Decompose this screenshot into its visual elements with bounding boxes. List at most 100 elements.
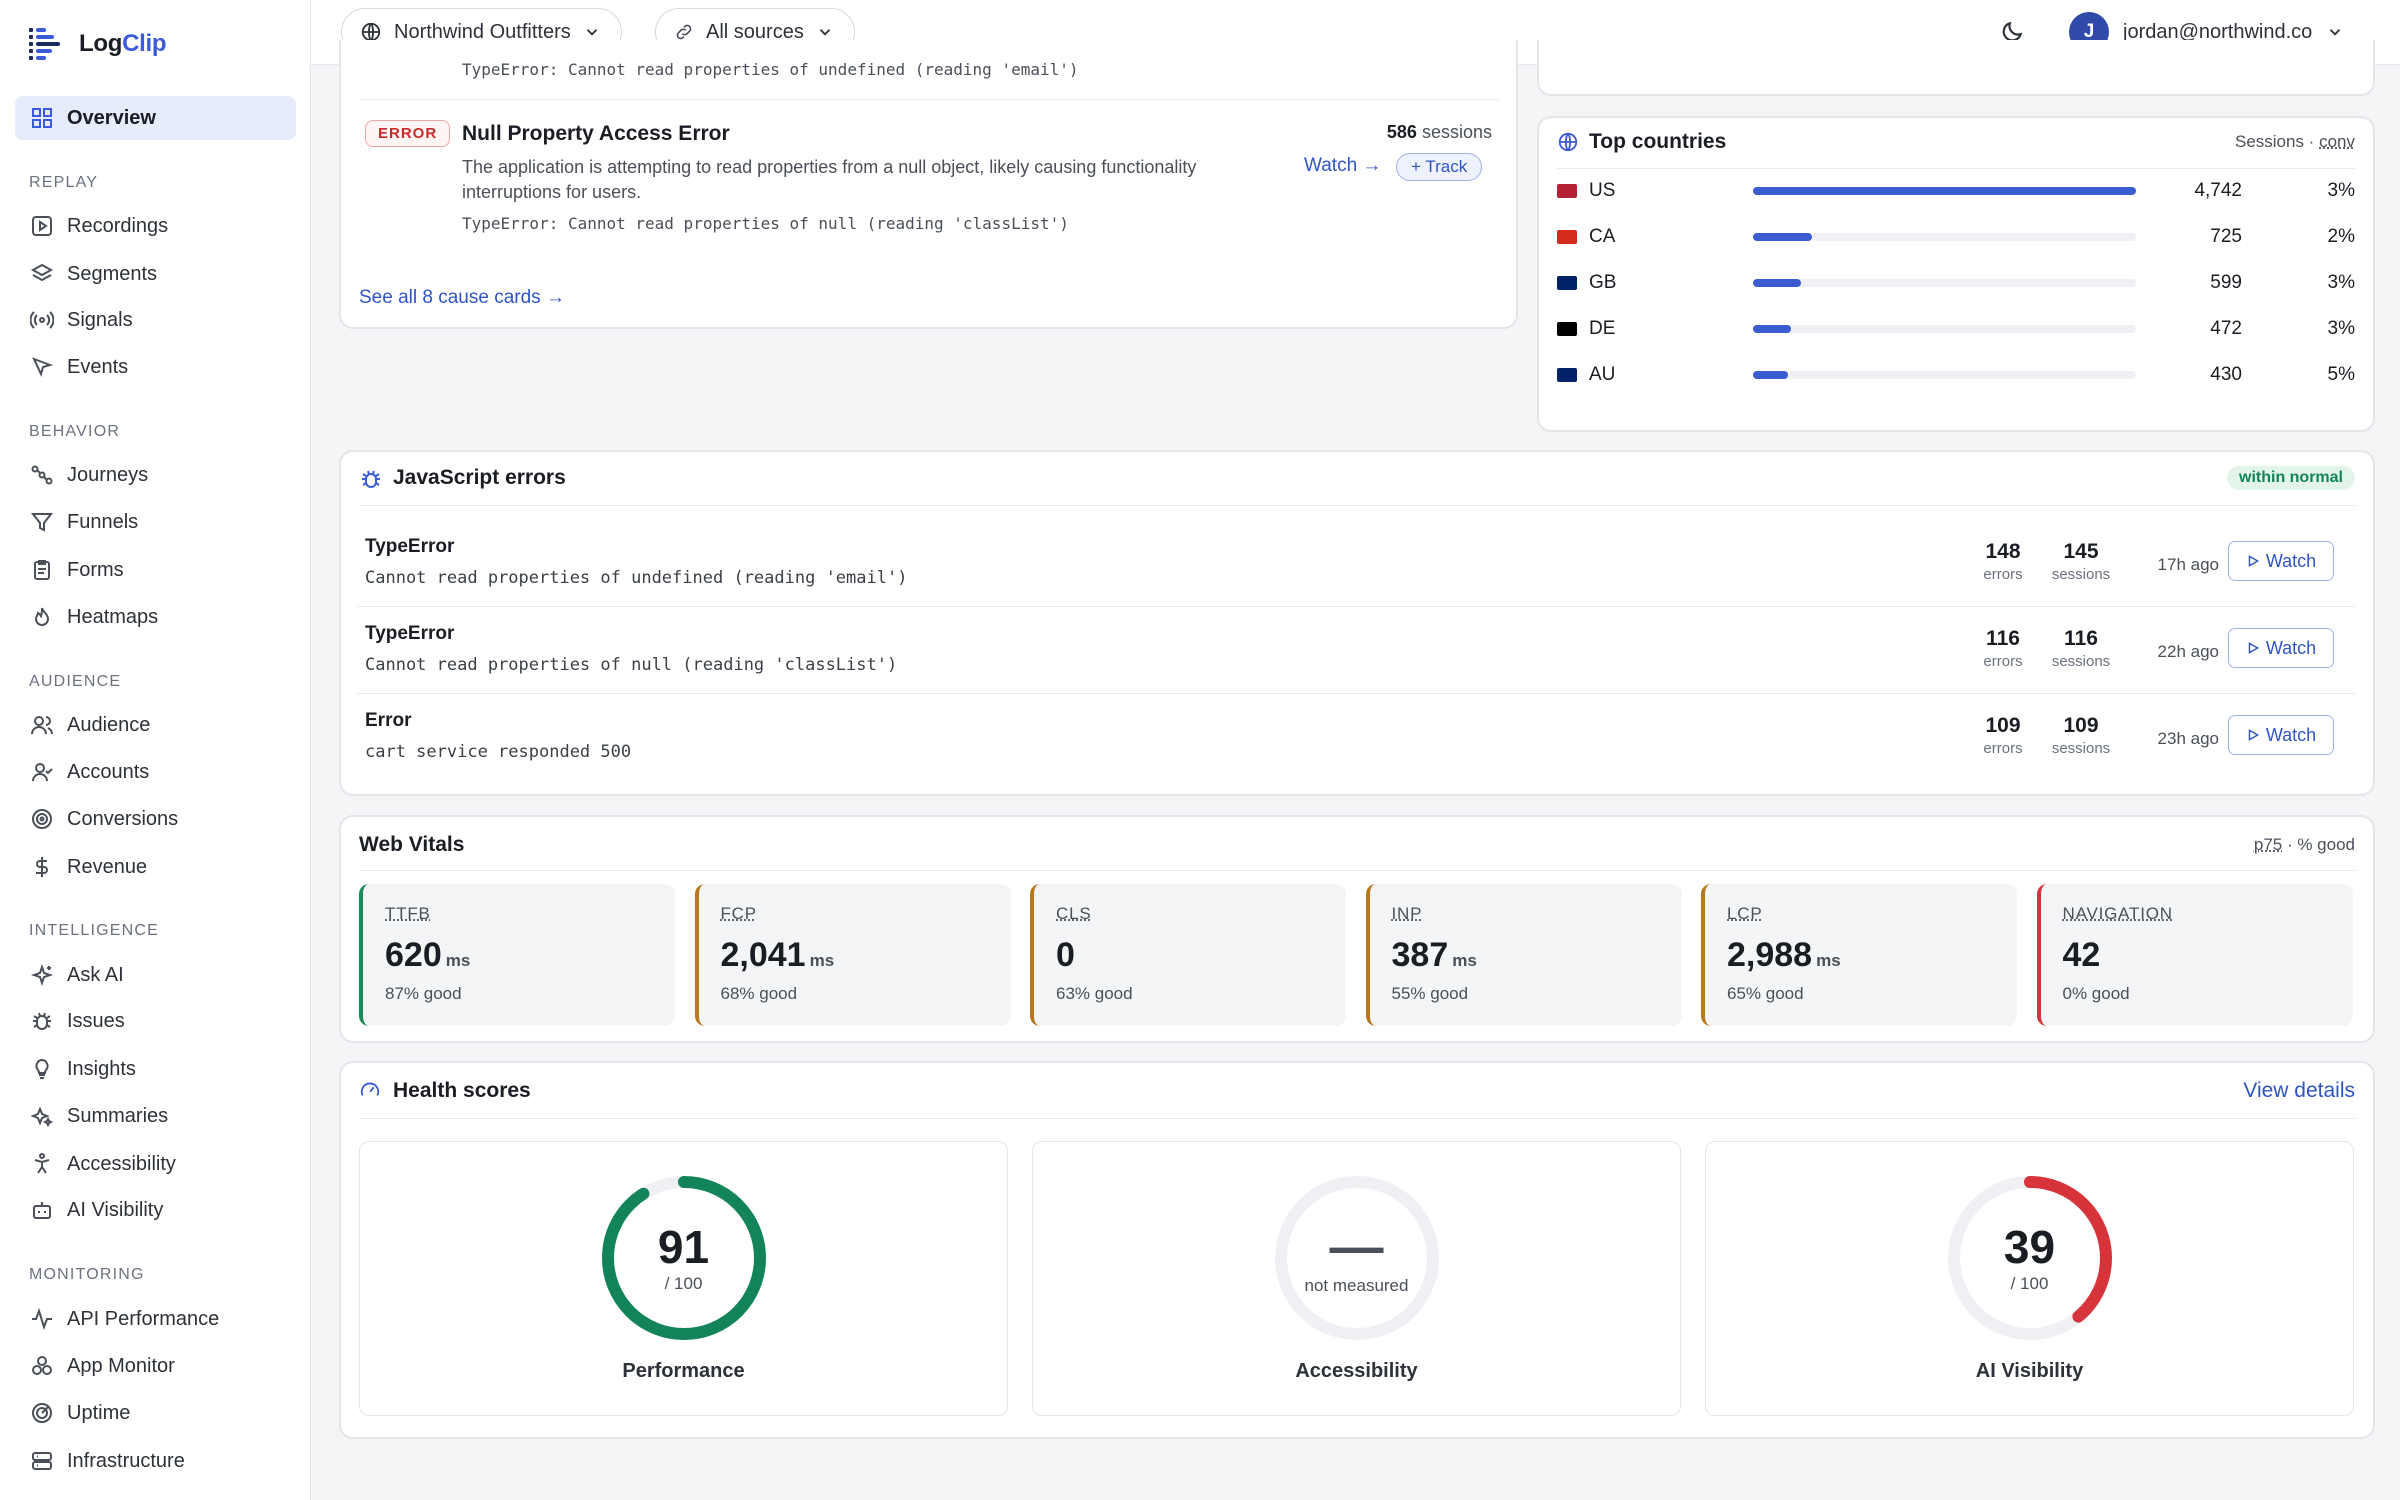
sidebar-item-label: Funnels: [67, 510, 139, 533]
see-all-cause-cards-link[interactable]: See all 8 cause cards →: [359, 287, 565, 309]
score-name: Performance: [622, 1360, 745, 1382]
view-details-link[interactable]: View details: [2243, 1079, 2355, 1103]
error-count-label: errors: [1983, 740, 2023, 757]
vital-value: 42: [2063, 936, 2105, 975]
conv-toggle[interactable]: conv: [2319, 132, 2355, 151]
sidebar-item-segments[interactable]: Segments: [15, 252, 296, 296]
percentile-label: p75: [2253, 835, 2283, 854]
sidebar-item-app-monitor[interactable]: App Monitor: [15, 1344, 296, 1388]
sidebar-item-recordings[interactable]: Recordings: [15, 204, 296, 248]
flag-icon: [1557, 184, 1577, 198]
users-icon: [29, 712, 55, 738]
sidebar-item-infrastructure[interactable]: Infrastructure: [15, 1439, 296, 1483]
country-bar-fill: [1753, 371, 1788, 379]
error-type: Error: [365, 710, 412, 731]
cause-title: Null Property Access Error: [462, 122, 730, 145]
sidebar-item-ai-visibility[interactable]: AI Visibility: [15, 1188, 296, 1232]
sidebar-item-revenue[interactable]: Revenue: [15, 845, 296, 889]
health-score-ai-visibility[interactable]: 39/ 100 AI Visibility: [1705, 1141, 2354, 1416]
watch-button[interactable]: Watch: [2228, 628, 2334, 668]
lightbulb-icon: [29, 1056, 55, 1082]
health-score-performance[interactable]: 91/ 100 Performance: [359, 1141, 1008, 1416]
continued-panel-bottom: [1537, 40, 2375, 96]
sidebar-item-label: Heatmaps: [67, 605, 159, 628]
sidebar-item-signals[interactable]: Signals: [15, 298, 296, 342]
session-count-label: sessions: [2051, 740, 2111, 757]
vital-tile-fcp[interactable]: FCP 2,041 ms 68% good: [694, 884, 1011, 1026]
sidebar-item-events[interactable]: Events: [15, 345, 296, 389]
route-icon: [29, 462, 55, 488]
vital-tile-inp[interactable]: INP 387 ms 55% good: [1365, 884, 1682, 1026]
sidebar-item-audience[interactable]: Audience: [15, 703, 296, 747]
sidebar-item-label: Forms: [67, 558, 124, 581]
vital-number: 620: [385, 936, 442, 974]
vital-key: LCP: [1727, 904, 1763, 923]
sidebar-item-forms[interactable]: Forms: [15, 548, 296, 592]
javascript-errors-title: JavaScript errors: [393, 466, 566, 489]
error-count-label: errors: [1983, 653, 2023, 670]
country-pct: 3%: [2327, 272, 2355, 293]
sidebar-item-uptime[interactable]: Uptime: [15, 1391, 296, 1435]
watch-button[interactable]: Watch: [2228, 541, 2334, 581]
flag-icon: [1557, 368, 1577, 382]
sidebar-item-accounts[interactable]: Accounts: [15, 750, 296, 794]
sidebar-item-insights[interactable]: Insights: [15, 1047, 296, 1091]
sparkles-icon: [29, 962, 55, 988]
sidebar-item-summaries[interactable]: Summaries: [15, 1094, 296, 1138]
vital-unit: ms: [1816, 951, 1841, 970]
sidebar-item-overview[interactable]: Overview: [15, 96, 296, 140]
divider: [359, 505, 2357, 506]
radar-icon: [29, 1400, 55, 1426]
sidebar-item-ask-ai[interactable]: Ask AI: [15, 953, 296, 997]
sidebar-item-heatmaps[interactable]: Heatmaps: [15, 595, 296, 639]
sidebar-item-conversions[interactable]: Conversions: [15, 797, 296, 841]
vital-number: 0: [1056, 936, 1075, 974]
sidebar-item-label: Segments: [67, 262, 158, 285]
error-tag: ERROR: [365, 120, 451, 147]
error-time: 23h ago: [2157, 729, 2219, 748]
vital-key: FCP: [720, 904, 757, 923]
vital-tile-lcp[interactable]: LCP 2,988 ms 65% good: [1701, 884, 2017, 1026]
error-message: Cannot read properties of undefined (rea…: [365, 568, 908, 588]
cause-description-line: interruptions for users.: [462, 182, 642, 202]
sidebar-item-journeys[interactable]: Journeys: [15, 453, 296, 497]
sidebar-item-issues[interactable]: Issues: [15, 999, 296, 1043]
country-code: US: [1589, 180, 1616, 201]
health-score-accessibility[interactable]: — not measured Accessibility: [1032, 1141, 1681, 1416]
watch-button-label: Watch: [2265, 724, 2317, 745]
sidebar-item-label: Accounts: [67, 760, 150, 783]
vital-tile-ttfb[interactable]: TTFB 620 ms 87% good: [359, 884, 675, 1026]
watch-button-label: Watch: [2265, 550, 2317, 571]
sidebar-item-api-performance[interactable]: API Performance: [15, 1297, 296, 1341]
vital-tile-navigation[interactable]: NAVIGATION 42 0% good: [2036, 884, 2353, 1026]
js-error-row[interactable]: Error cart service responded 500 109 errors…: [339, 694, 2354, 780]
cursor-icon: [29, 354, 55, 380]
nav-section-replay: REPLAY: [29, 174, 99, 191]
error-count: 148 errors: [1968, 540, 2038, 583]
logo-text: LogClip: [79, 30, 167, 57]
logo[interactable]: LogClip: [27, 24, 167, 64]
cause-track-button[interactable]: + Track: [1396, 153, 1483, 181]
dollar-icon: [29, 854, 55, 880]
js-error-row[interactable]: TypeError Cannot read properties of null …: [339, 607, 2355, 694]
cause-watch-link[interactable]: Watch →: [1304, 155, 1381, 177]
sidebar-item-funnels[interactable]: Funnels: [15, 500, 296, 544]
sidebar-item-label: Conversions: [67, 807, 179, 830]
sidebar-item-label: Insights: [67, 1057, 136, 1080]
chevron-down-icon: [2330, 29, 2341, 36]
bug-icon: [29, 1008, 55, 1034]
top-countries-meta: Sessions · conv: [2235, 132, 2355, 152]
js-error-row[interactable]: TypeError Cannot read properties of undef…: [339, 520, 2355, 607]
session-count-value: 109: [2063, 714, 2099, 737]
vital-good: 0% good: [2062, 984, 2130, 1003]
error-type: TypeError: [365, 536, 455, 557]
watch-button-label: Watch: [2265, 637, 2317, 658]
sidebar-item-accessibility[interactable]: Accessibility: [15, 1142, 296, 1186]
nav-section-behavior: BEHAVIOR: [29, 423, 121, 440]
error-count-label: errors: [1983, 566, 2023, 583]
vital-tile-cls[interactable]: CLS 0 63% good: [1030, 884, 1346, 1026]
watch-button[interactable]: Watch: [2228, 715, 2334, 755]
grid-icon: [29, 105, 55, 131]
country-bar-track: [1753, 187, 2136, 195]
divider: [361, 99, 1499, 100]
